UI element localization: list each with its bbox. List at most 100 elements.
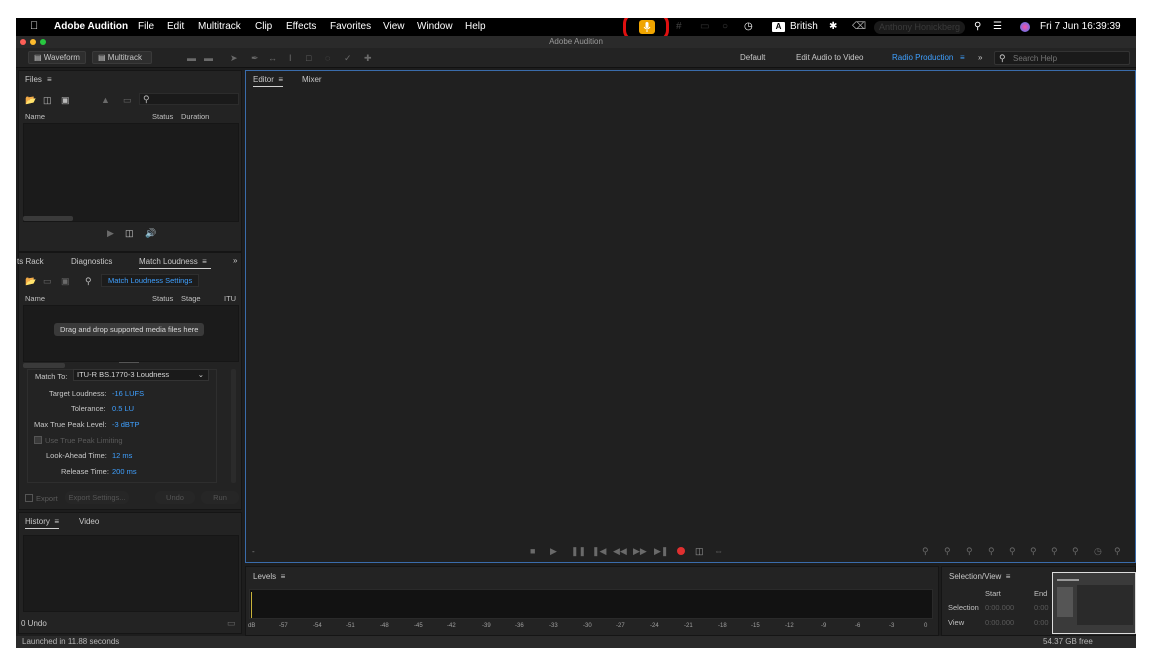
look-ahead-value[interactable]: 12 ms [112,451,132,460]
zoom-window-button[interactable] [40,39,46,45]
record-icon[interactable] [677,547,685,555]
search-help-input[interactable] [1013,53,1123,63]
menu-view[interactable]: View [383,21,405,32]
files-col-name[interactable]: Name [25,112,45,121]
input-source-badge[interactable]: A [772,22,785,32]
export-settings-button[interactable]: Export Settings... [65,491,129,504]
menu-effects[interactable]: Effects [286,21,316,32]
waveform-canvas[interactable] [248,89,1133,544]
more-panels-icon[interactable]: » [233,256,237,265]
tab-mixer[interactable]: Mixer [302,75,322,84]
pause-icon[interactable]: ❚❚ [571,546,586,556]
tolerance-value[interactable]: 0.5 LU [112,404,134,413]
undo-button[interactable]: Undo [155,491,195,504]
spot-healing-tool-icon[interactable]: ✚ [364,53,372,63]
loudness-settings-search-icon[interactable]: ⚲ [85,276,92,286]
clear-history-trash-icon[interactable]: ▭ [227,618,236,628]
menu-clock[interactable]: Fri 7 Jun 16:39:39 [1040,21,1121,32]
ml-col-name[interactable]: Name [25,294,45,303]
hash-status-icon[interactable]: # [676,21,682,32]
sv-selection-end[interactable]: 0:00 [1034,603,1049,612]
clear-list-icon[interactable]: ▣ [61,276,70,286]
lasso-tool-icon[interactable]: ◌ [325,53,330,63]
match-loudness-settings-button[interactable]: Match Loudness Settings [101,274,199,287]
control-center-icon[interactable]: ☰ [993,21,1002,32]
add-files-icon[interactable]: 📂 [25,276,36,286]
move-tool-icon[interactable]: ➤ [230,53,238,63]
screenshot-thumbnail[interactable] [1052,572,1136,634]
go-to-end-icon[interactable]: ▶❚ [654,546,668,556]
bluetooth-icon[interactable]: ✱ [829,21,837,32]
preview-export-icon[interactable]: ◫ [125,228,134,238]
time-selection-tool-icon[interactable]: I [289,53,292,63]
sv-view-end[interactable]: 0:00 [1034,618,1049,627]
close-window-button[interactable] [20,39,26,45]
zoom-in-time-icon[interactable]: ⚲ [966,546,973,556]
loop-export-icon[interactable]: ◫ [695,546,704,556]
menu-favorites[interactable]: Favorites [330,21,371,32]
go-to-start-icon[interactable]: ❚◀ [592,546,606,556]
export-checkbox[interactable] [25,494,33,502]
ml-horizontal-scrollbar[interactable] [23,363,65,368]
tab-effects-rack[interactable]: ts Rack [17,257,44,266]
zoom-in-point-icon[interactable]: ⚲ [1030,546,1037,556]
editor-panel[interactable]: Editor ≡ Mixer - ■ ▶ ❚❚ ❚◀ ◀◀ ▶▶ ▶❚ ◫ ⇔ … [245,70,1136,563]
skip-selection-icon[interactable]: ⇔ [714,546,723,556]
level-meter[interactable] [249,589,933,619]
marquee-tool-icon[interactable]: □ [306,53,311,63]
files-col-status[interactable]: Status [152,112,173,121]
spectral-frequency-icon[interactable]: ▬ [187,53,196,63]
apple-icon[interactable]:  [30,20,38,32]
input-source-label[interactable]: British [790,21,818,32]
files-horizontal-scrollbar[interactable] [23,216,73,221]
fast-forward-icon[interactable]: ▶▶ [633,546,647,556]
workspace-radio-production[interactable]: Radio Production [892,53,953,62]
ml-col-status[interactable]: Status [152,294,173,303]
dropbox-icon[interactable]: ▭ [700,21,709,32]
menu-window[interactable]: Window [417,21,453,32]
match-loudness-file-list[interactable]: Drag and drop supported media files here [23,305,239,362]
sv-view-start[interactable]: 0:00.000 [985,618,1014,627]
match-to-dropdown[interactable]: ITU-R BS.1770-3 Loudness ⌄ [73,369,209,381]
workspace-menu-icon[interactable]: ≡ [960,53,965,62]
zoom-out-full-icon[interactable]: ⚲ [1114,546,1121,556]
play-icon[interactable]: ▶ [550,546,557,556]
release-time-value[interactable]: 200 ms [112,467,137,476]
search-help-box[interactable]: ⚲ [994,51,1130,65]
zoom-full-icon[interactable]: ⚲ [1072,546,1079,556]
app-menu[interactable]: Adobe Audition [54,21,128,32]
open-file-icon[interactable]: 📂 [25,95,36,105]
ml-col-itu[interactable]: ITU [224,294,236,303]
tab-video[interactable]: Video [79,517,99,526]
zoom-selection-icon[interactable]: ⚲ [1009,546,1016,556]
waveform-view-button[interactable]: ▤ Waveform [28,51,86,64]
workspace-default[interactable]: Default [740,53,765,62]
ml-col-stage[interactable]: Stage [181,294,201,303]
spectral-pitch-icon[interactable]: ▬ [204,53,213,63]
siri-icon[interactable] [1020,22,1030,32]
multitrack-view-button[interactable]: ▤ Multitrack [92,51,152,64]
tab-history[interactable]: History ≡ [25,517,60,529]
ml-settings-scrollbar[interactable] [231,369,236,483]
ml-splitter-handle[interactable] [119,362,139,364]
files-search-field[interactable]: ⚲ [139,93,239,105]
files-col-duration[interactable]: Duration [181,112,209,121]
files-panel-menu-icon[interactable]: ≡ [47,75,52,84]
brush-tool-icon[interactable]: ✓ [344,53,352,63]
spotlight-search-icon[interactable]: ⚲ [974,21,981,32]
delete-file-icon[interactable]: ▭ [123,95,132,105]
user-account[interactable]: Anthony Honickberg [874,21,966,34]
insert-into-multitrack-icon[interactable]: ▲ [101,95,110,105]
preview-play-icon[interactable]: ▶ [107,228,114,238]
slip-tool-icon[interactable]: ↔ [268,53,277,63]
history-list[interactable] [23,535,239,612]
tab-match-loudness[interactable]: Match Loudness ≡ [139,257,211,269]
wifi-off-icon[interactable]: ⌫ [852,21,866,32]
time-machine-icon[interactable]: ◷ [744,21,753,32]
zoom-reset-icon[interactable]: ◷ [1094,546,1102,556]
zoom-out-point-icon[interactable]: ⚲ [1051,546,1058,556]
files-list[interactable] [23,123,239,222]
zoom-out-amplitude-icon[interactable]: ⚲ [944,546,951,556]
selection-view-title[interactable]: Selection/View ≡ [949,572,1010,581]
true-peak-limiting-checkbox[interactable] [34,436,42,444]
